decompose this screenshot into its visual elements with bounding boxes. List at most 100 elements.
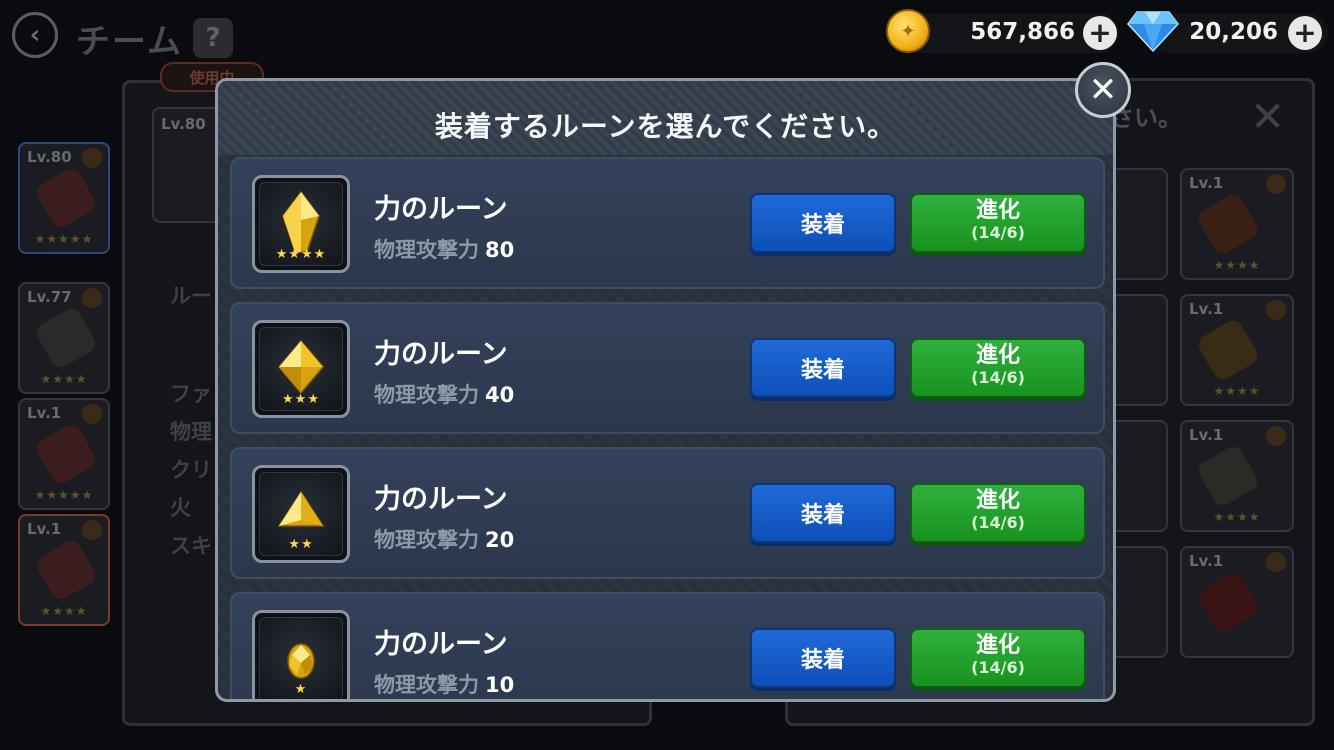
evolve-button[interactable]: 進化 (14/6) [910, 338, 1086, 398]
item-card-partial[interactable] [1108, 294, 1168, 406]
hero-level: Lv.80 [27, 148, 72, 166]
rune-row: ★★ 力のルーン 物理攻撃力 20 装着 進化 (14/6) [230, 447, 1105, 579]
hero-stars: ★★★★ [40, 372, 88, 386]
rune-rarity-stars: ★ [294, 682, 308, 697]
back-button[interactable]: ‹ [12, 12, 58, 58]
rune-name: 力のルーン [374, 629, 508, 660]
evolve-label: 進化 [975, 633, 1020, 658]
gold-coin-icon: ✦ [886, 9, 930, 53]
hero-card[interactable]: Lv.80 ★★★★★ [18, 142, 110, 254]
stat-value: 40 [485, 383, 515, 407]
stat-label: 物理攻撃力 [374, 238, 479, 262]
rune-icon-frame[interactable]: ★★★★ [252, 175, 350, 273]
rune-stat: 物理攻撃力 20 [374, 524, 514, 554]
evolve-button[interactable]: 進化 (14/6) [910, 193, 1086, 253]
evolve-label: 進化 [975, 488, 1020, 513]
item-card[interactable]: Lv.1 ★★★★ [1180, 420, 1294, 532]
diamond-icon [1127, 11, 1179, 52]
gauntlet-icon [1195, 443, 1261, 509]
panel-close-icon[interactable]: ✕ [1250, 92, 1285, 141]
item-card-partial[interactable] [1108, 546, 1168, 658]
gauntlet-icon [33, 421, 99, 487]
weapon-icon [33, 165, 99, 231]
item-level: Lv.1 [1189, 174, 1224, 192]
rune-octahedron-icon [278, 339, 324, 395]
evolve-progress: (14/6) [971, 658, 1025, 677]
stat-label: 物理攻撃力 [374, 673, 479, 697]
evolve-button[interactable]: 進化 (14/6) [910, 628, 1086, 688]
rune-icon-frame[interactable]: ★★★ [252, 320, 350, 418]
question-icon: ? [205, 23, 221, 53]
hero-level: Lv.1 [27, 404, 62, 422]
weapon-icon [1195, 569, 1261, 635]
equip-button[interactable]: 装着 [750, 628, 896, 688]
rune-name: 力のルーン [374, 484, 508, 515]
rune-name: 力のルーン [374, 194, 508, 225]
page-title: チーム [76, 22, 183, 62]
fire-element-icon [1266, 552, 1286, 572]
hero-level: Lv.1 [27, 520, 62, 538]
rune-icon-frame[interactable]: ★★ [252, 465, 350, 563]
item-stars: ★★★★ [1213, 510, 1261, 524]
fire-element-icon [1266, 174, 1286, 194]
weapon-icon [1195, 191, 1261, 257]
dialog-close-button[interactable]: ✕ [1075, 62, 1131, 118]
hero-stars: ★★★★ [40, 604, 88, 618]
stat-label: 物理攻撃力 [374, 383, 479, 407]
hero-card[interactable]: Lv.1 ★★★★ [18, 514, 110, 626]
rune-list[interactable]: ★★★★ 力のルーン 物理攻撃力 80 装着 進化 (14/6) ★★★ 力のル… [230, 153, 1105, 699]
evolve-button[interactable]: 進化 (14/6) [910, 483, 1086, 543]
item-stars: ★★★★ [1213, 384, 1261, 398]
equip-button[interactable]: 装着 [750, 338, 896, 398]
rune-row: ★★★★ 力のルーン 物理攻撃力 80 装着 進化 (14/6) [230, 157, 1105, 289]
fire-element-icon [82, 520, 102, 540]
item-card[interactable]: Lv.1 ★★★★ [1180, 294, 1294, 406]
lightning-element-icon [1266, 300, 1286, 320]
rune-stat: 物理攻撃力 10 [374, 669, 514, 699]
rune-rarity-stars: ★★★ [282, 392, 320, 407]
hero-card[interactable]: Lv.77 ★★★★ [18, 282, 110, 394]
buy-gold-button[interactable]: + [1083, 16, 1117, 50]
detail-label: 火 [170, 496, 191, 520]
fire-element-icon [82, 404, 102, 424]
equip-button[interactable]: 装着 [750, 483, 896, 543]
evolve-progress: (14/6) [971, 513, 1025, 532]
item-level: Lv.1 [1189, 300, 1224, 318]
rune-row: ★★★ 力のルーン 物理攻撃力 40 装着 進化 (14/6) [230, 302, 1105, 434]
rune-rarity-stars: ★★ [288, 537, 314, 552]
detail-label: クリ [170, 458, 212, 482]
item-card[interactable]: Lv.1 ★★★★ [1180, 168, 1294, 280]
weapon-icon [1195, 317, 1261, 383]
evolve-label: 進化 [975, 343, 1020, 368]
detail-label: ファ [170, 382, 212, 406]
buy-gems-button[interactable]: + [1288, 16, 1322, 50]
hero-stars: ★★★★★ [34, 232, 94, 246]
close-icon: ✕ [1088, 70, 1118, 110]
item-level: Lv.1 [1189, 426, 1224, 444]
dialog-title: 装着するルーンを選んでください。 [434, 110, 897, 143]
hero-card[interactable]: Lv.1 ★★★★★ [18, 398, 110, 510]
equip-button[interactable]: 装着 [750, 193, 896, 253]
lightning-element-icon [1266, 426, 1286, 446]
rune-pyramid-icon [277, 490, 325, 527]
hero-stars: ★★★★★ [34, 488, 94, 502]
sword-icon [33, 537, 99, 603]
stat-value: 80 [485, 238, 515, 262]
detail-label: スキ [170, 534, 212, 558]
back-arrow-icon: ‹ [29, 20, 41, 50]
evolve-progress: (14/6) [971, 368, 1025, 387]
rune-stat: 物理攻撃力 40 [374, 379, 514, 409]
gold-amount: 567,866 [970, 19, 1075, 45]
stat-value: 10 [485, 673, 515, 697]
stat-value: 20 [485, 528, 515, 552]
rune-select-dialog: 装着するルーンを選んでください。 ★★★★ 力のルーン 物理攻撃力 80 装着 進… [215, 78, 1116, 702]
detail-label: ルー [170, 284, 212, 308]
help-button[interactable]: ? [193, 18, 233, 58]
item-card-partial[interactable] [1108, 168, 1168, 280]
item-card-partial[interactable] [1108, 420, 1168, 532]
rune-icon-frame[interactable]: ★ [252, 610, 350, 699]
item-card[interactable]: Lv.1 [1180, 546, 1294, 658]
gauntlet-icon [33, 305, 99, 371]
item-stars: ★★★★ [1213, 258, 1261, 272]
fire-element-icon [82, 148, 102, 168]
